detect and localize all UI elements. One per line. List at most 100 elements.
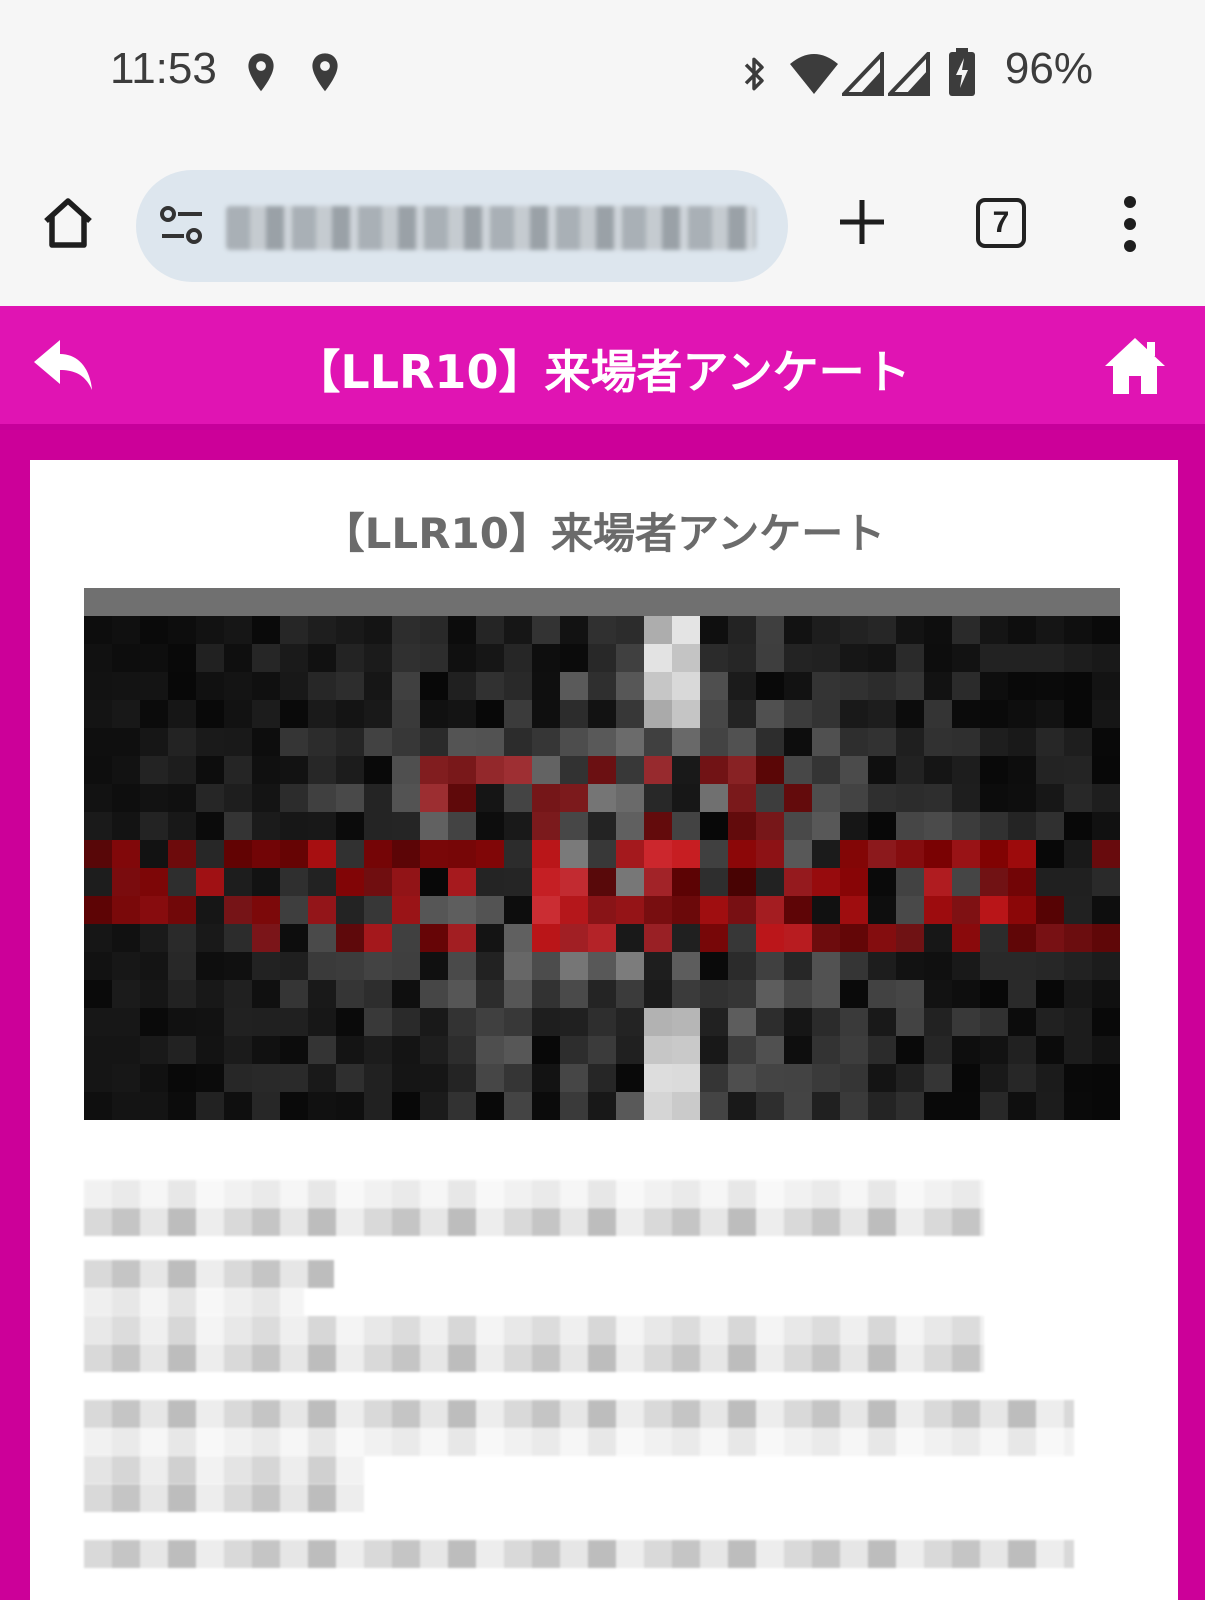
mosaic-cell [448, 868, 476, 896]
mosaic-cell [616, 1092, 644, 1120]
mosaic-cell [952, 616, 980, 644]
mosaic-cell [504, 896, 532, 924]
mosaic-cell [840, 616, 868, 644]
mosaic-cell [392, 728, 420, 756]
mosaic-cell [448, 1008, 476, 1036]
mosaic-cell [560, 616, 588, 644]
mosaic-cell [1064, 672, 1092, 700]
mosaic-cell [476, 952, 504, 980]
mosaic-cell [784, 1036, 812, 1064]
mosaic-cell [868, 1092, 896, 1120]
mosaic-cell [532, 868, 560, 896]
mosaic-cell [448, 700, 476, 728]
mosaic-cell [728, 896, 756, 924]
mosaic-cell [896, 756, 924, 784]
mosaic-cell [1064, 616, 1092, 644]
tune-icon[interactable] [158, 204, 206, 248]
mosaic-cell [224, 896, 252, 924]
mosaic-cell [224, 952, 252, 980]
mosaic-cell [560, 644, 588, 672]
mosaic-cell [644, 924, 672, 952]
mosaic-cell [672, 616, 700, 644]
signal-icon [888, 52, 930, 96]
mosaic-cell [812, 616, 840, 644]
url-text-redacted[interactable] [226, 206, 756, 250]
mosaic-cell [672, 868, 700, 896]
mosaic-cell [532, 644, 560, 672]
mosaic-cell [364, 1008, 392, 1036]
mosaic-cell [140, 1008, 168, 1036]
mosaic-cell [364, 672, 392, 700]
mosaic-cell [840, 644, 868, 672]
mosaic-cell [168, 672, 196, 700]
mosaic-cell [644, 840, 672, 868]
mosaic-cell [672, 840, 700, 868]
mosaic-cell [924, 952, 952, 980]
mosaic-cell [672, 672, 700, 700]
mosaic-cell [812, 952, 840, 980]
mosaic-cell [364, 728, 392, 756]
mosaic-cell [112, 924, 140, 952]
mosaic-cell [1092, 1092, 1120, 1120]
mosaic-cell [672, 952, 700, 980]
mosaic-cell [336, 700, 364, 728]
mosaic-cell [308, 812, 336, 840]
mosaic-cell [196, 1008, 224, 1036]
mosaic-cell [616, 616, 644, 644]
mosaic-cell [840, 728, 868, 756]
mosaic-cell [420, 784, 448, 812]
mosaic-cell [448, 644, 476, 672]
mosaic-cell [420, 952, 448, 980]
mosaic-cell [1036, 952, 1064, 980]
mosaic-cell [196, 700, 224, 728]
mosaic-cell [728, 784, 756, 812]
mosaic-cell [84, 1008, 112, 1036]
home-icon[interactable] [1103, 336, 1167, 396]
mosaic-cell [980, 1036, 1008, 1064]
mosaic-cell [952, 1064, 980, 1092]
mosaic-cell [224, 644, 252, 672]
mosaic-cell [140, 952, 168, 980]
mosaic-cell [560, 896, 588, 924]
mosaic-cell [140, 672, 168, 700]
mosaic-cell [700, 756, 728, 784]
more-vert-icon[interactable] [1120, 194, 1140, 254]
mosaic-cell [364, 644, 392, 672]
mosaic-cell [952, 784, 980, 812]
mosaic-cell [616, 868, 644, 896]
mosaic-cell [980, 1008, 1008, 1036]
mosaic-cell [1092, 644, 1120, 672]
mosaic-cell [644, 672, 672, 700]
mosaic-cell [420, 1064, 448, 1092]
mosaic-cell [168, 896, 196, 924]
mosaic-cell [896, 868, 924, 896]
mosaic-cell [644, 812, 672, 840]
mosaic-cell [1008, 1008, 1036, 1036]
mosaic-cell [1064, 980, 1092, 1008]
mosaic-cell [896, 980, 924, 1008]
home-icon[interactable] [38, 193, 98, 253]
mosaic-cell [336, 840, 364, 868]
mosaic-cell [728, 952, 756, 980]
mosaic-cell [168, 1008, 196, 1036]
mosaic-cell [448, 1092, 476, 1120]
mosaic-cell [1008, 980, 1036, 1008]
mosaic-cell [840, 952, 868, 980]
tabs-icon[interactable]: 7 [976, 198, 1026, 248]
mosaic-cell [588, 728, 616, 756]
mosaic-cell [476, 1064, 504, 1092]
mosaic-cell [784, 924, 812, 952]
mosaic-cell [84, 952, 112, 980]
mosaic-cell [1064, 896, 1092, 924]
mosaic-cell [476, 840, 504, 868]
mosaic-cell [112, 784, 140, 812]
mosaic-cell [868, 952, 896, 980]
mosaic-cell [392, 1008, 420, 1036]
mosaic-cell [896, 924, 924, 952]
plus-icon[interactable] [836, 196, 888, 248]
mosaic-cell [504, 644, 532, 672]
mosaic-cell [952, 812, 980, 840]
address-bar[interactable] [136, 170, 788, 282]
mosaic-cell [252, 644, 280, 672]
mosaic-cell [1036, 980, 1064, 1008]
